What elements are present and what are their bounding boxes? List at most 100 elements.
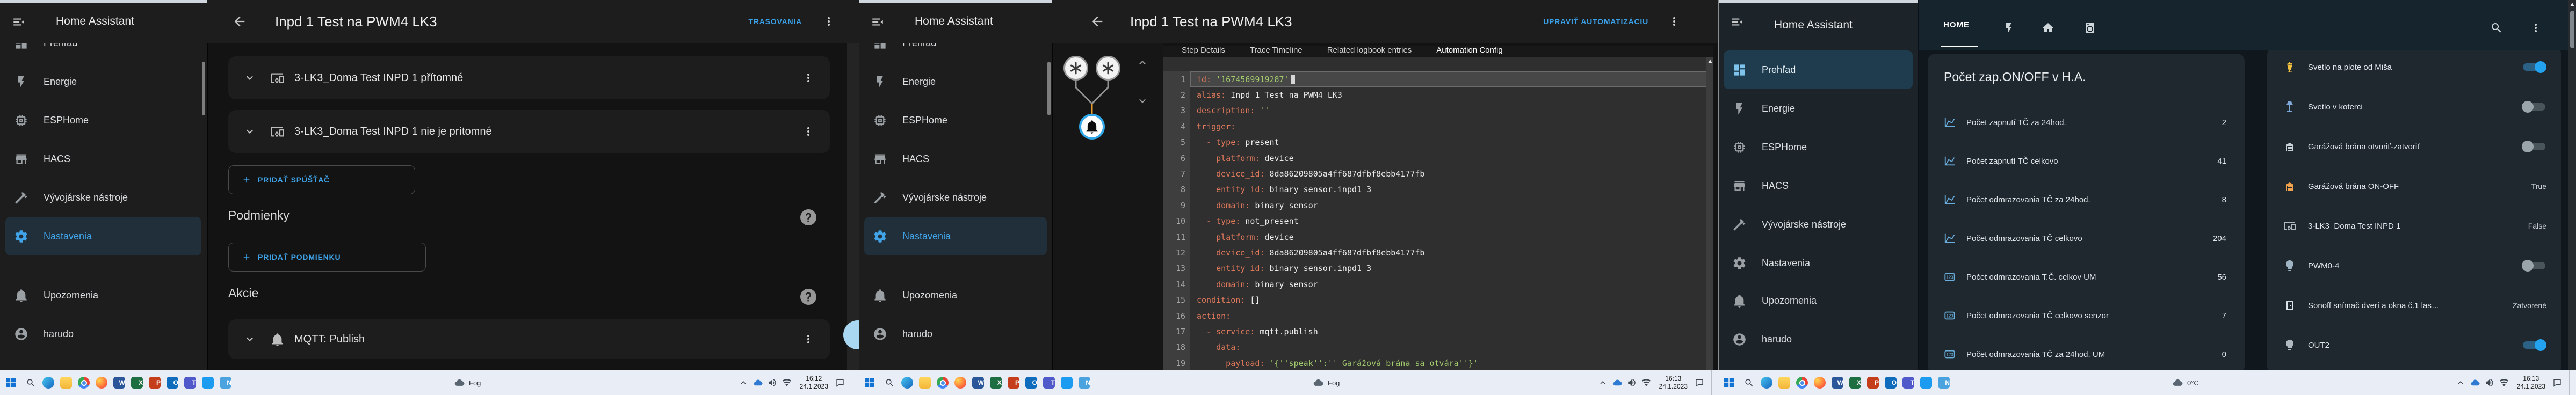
- chevron-down-icon[interactable]: [243, 125, 256, 138]
- clock[interactable]: 16:12 24.1.2023: [800, 375, 828, 391]
- edge-icon[interactable]: [901, 377, 913, 389]
- sidebar-item-energie[interactable]: Energie: [5, 62, 201, 101]
- counter-row[interactable]: 123 Počet odmrazovania TČ za 24hod. UM 0: [1928, 335, 2245, 374]
- clock[interactable]: 16:13 24.1.2023: [1659, 375, 1688, 391]
- trace-tab[interactable]: Related logbook entries: [1327, 46, 1412, 57]
- taskbar-search-icon[interactable]: [25, 377, 37, 389]
- show-desktop-button[interactable]: [852, 370, 855, 395]
- sidebar-item-nastavenia[interactable]: Nastavenia: [5, 217, 201, 255]
- conditions-help-button[interactable]: [800, 209, 816, 225]
- firefox-icon[interactable]: [954, 377, 966, 389]
- add-condition-button[interactable]: PRIDAŤ PODMIENKU: [228, 243, 426, 272]
- sidebar-scrollbar[interactable]: [1047, 62, 1051, 115]
- add-trigger-button[interactable]: PRIDAŤ SPÚŠŤAČ: [228, 165, 415, 194]
- scrollbar-thumb[interactable]: [2570, 11, 2574, 48]
- tab-energy-icon[interactable]: [2002, 21, 2015, 34]
- vscode-icon[interactable]: [1061, 377, 1073, 389]
- powerpoint-icon[interactable]: P: [149, 377, 161, 389]
- menu-icon[interactable]: [12, 15, 26, 29]
- back-icon[interactable]: [232, 14, 247, 29]
- entity-row-svetlo-plot[interactable]: Svetlo na plote od Miša: [2267, 47, 2561, 87]
- network-icon[interactable]: [782, 378, 792, 387]
- notepad-icon[interactable]: N: [220, 377, 231, 389]
- trace-tab[interactable]: Step Details: [1182, 46, 1225, 57]
- action-node-selected[interactable]: [1079, 114, 1105, 140]
- outlook-icon[interactable]: O: [1025, 377, 1037, 389]
- overflow-menu-icon[interactable]: [822, 15, 835, 28]
- toggle[interactable]: [2522, 101, 2546, 113]
- teams-icon[interactable]: T: [1902, 377, 1914, 389]
- trigger-node-2[interactable]: [1096, 56, 1120, 81]
- sidebar-item-upozornenia[interactable]: Upozornenia: [864, 280, 1047, 310]
- teams-icon[interactable]: T: [1043, 377, 1055, 389]
- powerpoint-icon[interactable]: P: [1008, 377, 1019, 389]
- sidebar-item-energie[interactable]: Energie: [864, 62, 1047, 101]
- sidebar-item-nastavenia[interactable]: Nastavenia: [864, 217, 1047, 255]
- tray-expand-icon[interactable]: [739, 378, 748, 387]
- word-icon[interactable]: W: [1832, 377, 1843, 389]
- sidebar-item-user[interactable]: harudo: [1724, 324, 1913, 354]
- file-explorer-icon[interactable]: [919, 377, 931, 389]
- firefox-icon[interactable]: [1814, 377, 1826, 389]
- weather-widget[interactable]: 0°C: [2172, 370, 2199, 395]
- outlook-icon[interactable]: O: [167, 377, 178, 389]
- word-icon[interactable]: W: [113, 377, 125, 389]
- edit-automation-button[interactable]: UPRAVIŤ AUTOMATIZÁCIU: [1543, 0, 1648, 43]
- toggle[interactable]: [2522, 61, 2546, 73]
- chrome-icon[interactable]: [78, 377, 90, 389]
- volume-icon[interactable]: [2485, 378, 2494, 387]
- menu-icon[interactable]: [871, 15, 885, 29]
- taskbar-search-icon[interactable]: [1743, 377, 1755, 389]
- search-icon[interactable]: [2490, 21, 2503, 34]
- powerpoint-icon[interactable]: P: [1867, 377, 1879, 389]
- counter-row[interactable]: Počet odmrazovania TČ za 24hod. 8: [1928, 180, 2245, 219]
- start-button-icon[interactable]: [1723, 376, 1735, 389]
- entity-row-pwm04[interactable]: PWM0-4: [2267, 246, 2561, 286]
- vscode-icon[interactable]: [202, 377, 214, 389]
- tab-house-icon[interactable]: [2042, 21, 2054, 34]
- save-fab-button[interactable]: [843, 320, 859, 349]
- sidebar-item-devtools[interactable]: Vývojárske nástroje: [5, 178, 201, 217]
- sidebar-item-esphome[interactable]: ESPHome: [864, 101, 1047, 140]
- edge-icon[interactable]: [1761, 377, 1772, 389]
- tab-appliance-icon[interactable]: [2083, 21, 2096, 34]
- excel-icon[interactable]: X: [131, 377, 143, 389]
- entity-row-test-inpd[interactable]: 3-LK3_Doma Test INPD 1 False: [2267, 206, 2561, 246]
- taskbar-search-icon[interactable]: [884, 377, 895, 389]
- sidebar-item-esphome[interactable]: ESPHome: [5, 101, 201, 140]
- counter-row[interactable]: 123 Počet odmrazovania TČ celkovo senzor…: [1928, 296, 2245, 335]
- network-icon[interactable]: [1641, 378, 1651, 387]
- action-center-icon[interactable]: [1695, 378, 1704, 387]
- show-desktop-button[interactable]: [2569, 370, 2572, 395]
- counter-row[interactable]: Počet zapnutí TČ za 24hod. 2: [1928, 103, 2245, 142]
- sidebar-item-prehlad[interactable]: Prehľad: [1724, 50, 1913, 89]
- traces-button[interactable]: TRASOVANIA: [748, 0, 802, 43]
- toggle[interactable]: [2522, 141, 2546, 152]
- excel-icon[interactable]: X: [1849, 377, 1861, 389]
- trigger-menu-icon[interactable]: [802, 125, 815, 138]
- sidebar-item-hacs[interactable]: HACS: [1724, 166, 1913, 205]
- action-center-icon[interactable]: [2552, 378, 2562, 387]
- action-center-icon[interactable]: [835, 378, 845, 387]
- notepad-icon[interactable]: N: [1079, 377, 1090, 389]
- toggle[interactable]: [2522, 260, 2546, 272]
- firefox-icon[interactable]: [96, 377, 107, 389]
- chevron-down-icon[interactable]: [243, 333, 256, 346]
- sidebar-scrollbar[interactable]: [202, 62, 205, 115]
- trigger-node-1[interactable]: [1063, 56, 1088, 81]
- action-card[interactable]: MQTT: Publish: [228, 319, 830, 359]
- volume-icon[interactable]: [768, 378, 777, 387]
- counter-row[interactable]: 123 Počet odmrazovania T.Č. celkov UM 56: [1928, 258, 2245, 296]
- start-button-icon[interactable]: [4, 376, 17, 389]
- tray-expand-icon[interactable]: [2456, 378, 2465, 387]
- entity-row-out2[interactable]: OUT2: [2267, 325, 2561, 365]
- sidebar-item-nastavenia[interactable]: Nastavenia: [1724, 244, 1913, 282]
- menu-icon[interactable]: [1730, 15, 1744, 29]
- trigger-card[interactable]: 3-LK3_Doma Test INPD 1 přítomné: [228, 56, 830, 99]
- entity-row-garaz-onoff[interactable]: Garážová brána ON-OFF True: [2267, 166, 2561, 206]
- sidebar-item-user[interactable]: harudo: [864, 319, 1047, 349]
- trigger-menu-icon[interactable]: [802, 71, 815, 84]
- toggle[interactable]: [2522, 339, 2546, 351]
- overflow-menu-icon[interactable]: [2529, 21, 2542, 34]
- weather-widget[interactable]: Fog: [1313, 370, 1340, 395]
